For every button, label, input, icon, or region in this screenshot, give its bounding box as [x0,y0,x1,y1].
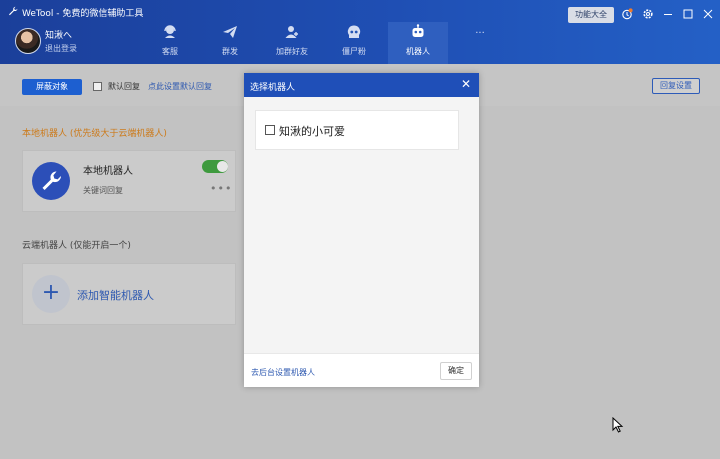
toggle-knob [217,161,228,172]
avatar[interactable] [15,28,41,54]
local-robots-title: 本地机器人 (优先级大于云端机器人) [22,129,167,139]
local-robot-toggle[interactable] [202,160,228,173]
dialog-close-icon[interactable]: ✕ [459,77,473,91]
default-reply-checkbox[interactable] [93,82,102,91]
robot-option-name: 知湫的小可爱 [279,125,345,138]
logout-link[interactable]: 退出登录 [45,43,77,54]
feature-list-button[interactable]: 功能大全 [568,7,614,23]
local-robot-avatar [32,162,70,200]
backend-settings-link[interactable]: 去后台设置机器人 [251,367,315,378]
local-robot-name: 本地机器人 [83,166,133,177]
select-robot-dialog: 选择机器人 ✕ 知湫的小可爱 去后台设置机器人 确定 [244,73,479,387]
nav-item-add-friends[interactable]: 加群好友 [262,22,322,64]
set-default-reply-link[interactable]: 点此设置默认回复 [148,81,212,92]
add-user-icon [285,26,298,38]
wrench-icon [42,171,62,190]
cloud-robots-title: 云端机器人 (仅能开启一个) [22,241,131,251]
local-robot-subtitle: 关键词回复 [83,186,123,195]
minimize-icon[interactable] [662,8,674,20]
nav-item-broadcast[interactable]: 群发 [200,22,260,64]
nav-label: 机器人 [406,47,430,56]
more-options-icon[interactable]: ••• [210,182,232,195]
paper-plane-icon [223,26,237,38]
local-robot-card[interactable]: 本地机器人 关键词回复 ••• [22,150,236,212]
add-smart-robot-card[interactable]: + 添加智能机器人 [22,263,236,325]
title-bar: WeTool - 免费的微信辅助工具 功能大全 [0,0,720,23]
default-reply-label: 默认回复 [108,82,140,91]
add-smart-robot-label: 添加智能机器人 [77,289,154,302]
robot-option-checkbox[interactable] [265,125,275,135]
notification-icon[interactable] [621,8,633,20]
maximize-icon[interactable] [682,8,694,20]
reply-settings-button[interactable]: 回复设置 [652,78,700,94]
user-name: 知湫へ [45,31,73,41]
nav-item-robot[interactable]: 机器人 [388,22,448,64]
close-icon[interactable] [702,8,714,20]
app-header: WeTool - 免费的微信辅助工具 功能大全 知湫へ 退出登录 客服 群发 加… [0,0,720,64]
nav-label: 僵尸粉 [342,47,366,56]
wrench-icon [9,6,18,16]
dialog-title: 选择机器人 [250,83,296,93]
nav-item-customer-service[interactable]: 客服 [140,22,200,64]
plus-icon: + [32,275,70,313]
nav-label: 客服 [162,47,178,56]
headset-icon [164,25,176,38]
robot-icon [412,24,424,37]
confirm-button[interactable]: 确定 [440,362,472,380]
nav-label: 加群好友 [276,47,308,56]
gear-icon[interactable] [642,8,654,20]
nav-label: 群发 [222,47,238,56]
nav-item-more[interactable]: ··· [450,22,510,64]
shield-target-button[interactable]: 屏蔽对象 [22,79,82,95]
skull-icon [347,25,361,38]
nav-item-zombie-fans[interactable]: 僵尸粉 [324,22,384,64]
more-icon: ··· [475,28,485,39]
robot-option[interactable]: 知湫的小可爱 [255,110,459,150]
window-title: WeTool - 免费的微信辅助工具 [22,9,144,19]
mouse-cursor-icon [612,417,624,433]
dialog-header: 选择机器人 ✕ [244,73,479,97]
dialog-footer: 去后台设置机器人 确定 [244,353,479,387]
